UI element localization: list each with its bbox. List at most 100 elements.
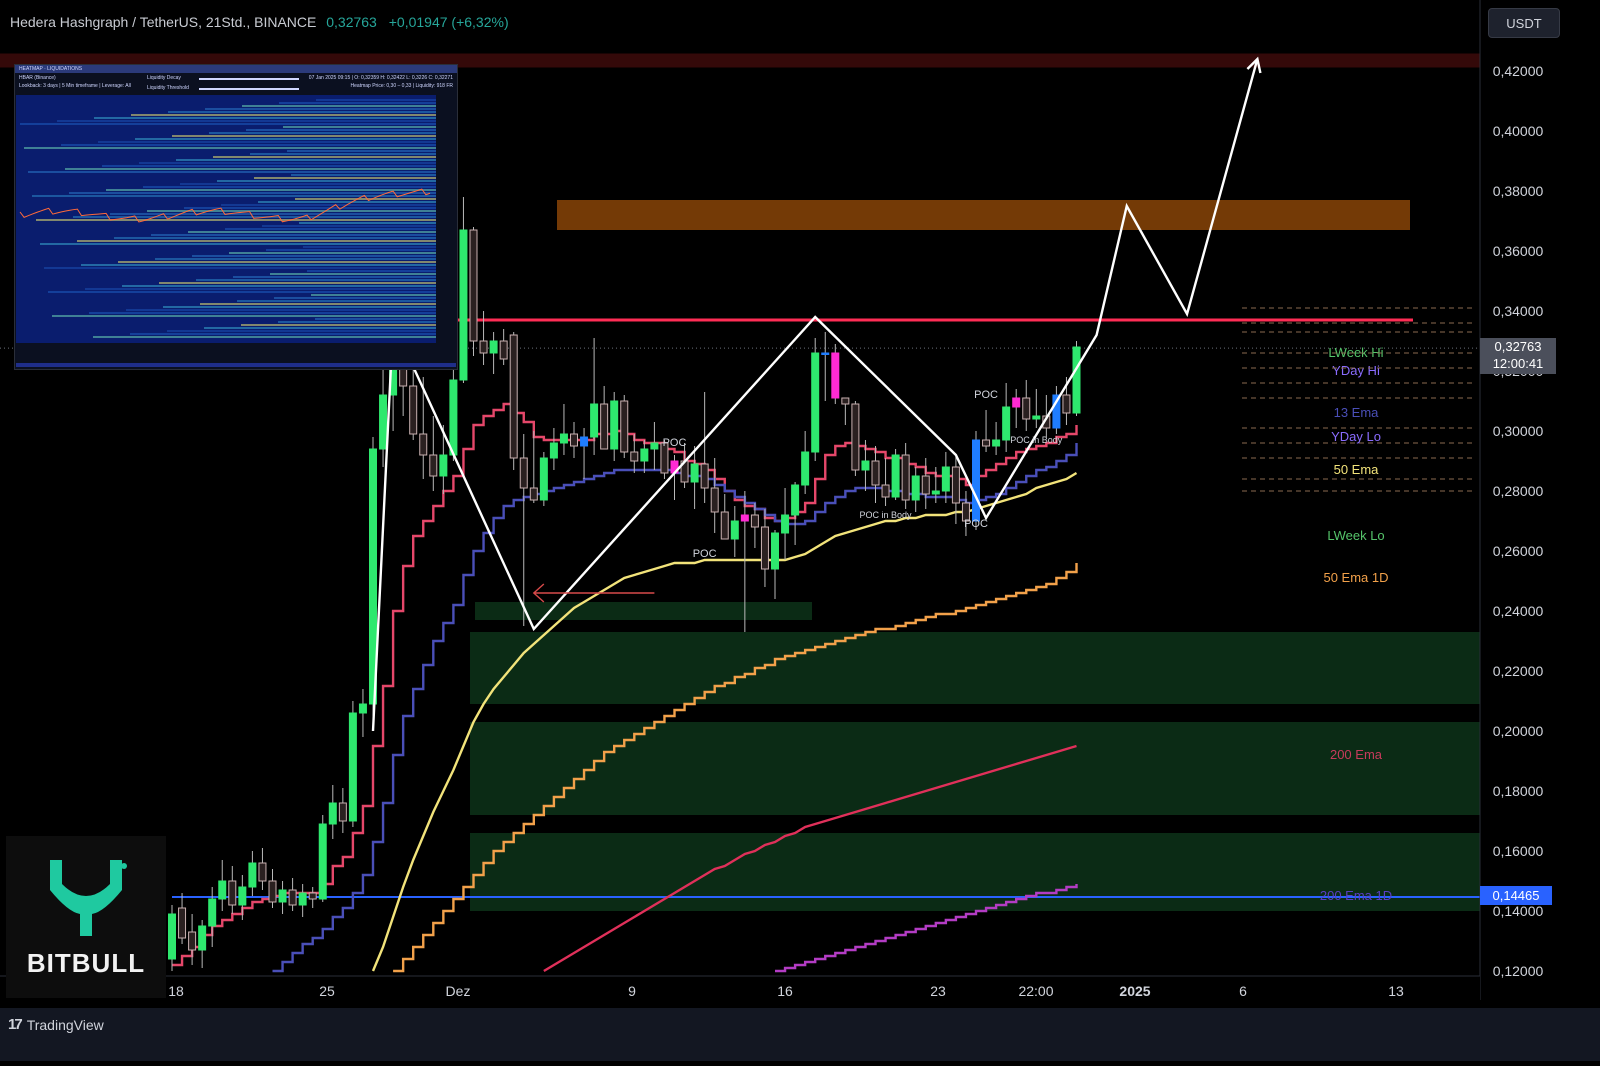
candle-body: [519, 457, 528, 489]
candle-body: [891, 454, 900, 498]
candle-body: [771, 532, 779, 570]
heatmap-band: [316, 99, 436, 101]
candle-body: [720, 511, 729, 540]
candle-body: [861, 460, 870, 471]
inset-threshold-label: Liquidity Threshold: [147, 85, 189, 91]
candle-body: [831, 352, 840, 399]
indicator-label: YDay Lo: [1331, 429, 1381, 444]
candle-body: [218, 880, 227, 900]
time-tick-label: 9: [628, 983, 636, 999]
heatmap-band: [213, 156, 436, 158]
candle-body: [549, 442, 558, 459]
time-tick-label: 22:00: [1018, 983, 1053, 999]
time-axis-bg: [0, 976, 1480, 1006]
candle-body: [288, 889, 297, 906]
heatmap-band: [81, 264, 436, 266]
candle-body: [429, 454, 438, 477]
bar-countdown: 12:00:41: [1492, 356, 1544, 371]
candle-body: [278, 889, 287, 903]
candle-body: [781, 514, 790, 534]
last-price-readout: 0,32763: [326, 14, 377, 30]
heatmap-band: [205, 108, 436, 110]
heatmap-band: [139, 162, 436, 164]
candle-body: [580, 436, 589, 447]
candle-body: [469, 229, 478, 342]
candle-body: [710, 487, 719, 513]
candle-body: [911, 475, 920, 501]
candle-body: [730, 520, 739, 540]
indicator-label: 13 Ema: [1334, 405, 1380, 420]
indicator-label: LWeek Lo: [1327, 528, 1384, 543]
heatmap-band: [270, 273, 436, 275]
candle-body: [328, 802, 337, 825]
candle-body: [539, 457, 548, 501]
symbol-title[interactable]: Hedera Hashgraph / TetherUS, 21Std., BIN…: [10, 14, 316, 30]
indicator-label: YDay Hi: [1332, 363, 1380, 378]
heatmap-band: [188, 231, 436, 233]
candle-body: [198, 925, 207, 951]
decay-slider[interactable]: [199, 78, 299, 80]
heatmap-band: [291, 174, 436, 176]
tradingview-logo[interactable]: 17 TradingView: [8, 1016, 104, 1033]
candle-body: [1032, 415, 1041, 420]
heatmap-band: [130, 333, 436, 335]
candle-body: [268, 880, 277, 903]
indicator-label: 50 Ema 1D: [1323, 570, 1388, 585]
candle-body: [921, 475, 930, 495]
candle-body: [901, 454, 910, 501]
heatmap-band: [151, 234, 436, 236]
inset-settings: Lookback: 3 days | 5 Min timeframe | Lev…: [19, 83, 131, 89]
candle-body: [258, 862, 267, 882]
heatmap-band: [167, 330, 436, 332]
currency-button[interactable]: USDT: [1488, 8, 1560, 38]
inset-symbol: HBAR (Binance): [19, 75, 56, 81]
candle-body: [348, 712, 357, 822]
zone-green-demand-1: [470, 632, 1480, 704]
price-tick-label: 0,14000: [1493, 903, 1544, 919]
bitbull-wordmark: BITBULL: [26, 948, 146, 978]
candle-body: [690, 463, 699, 483]
candle-body: [821, 352, 830, 355]
heatmap-footer: [16, 363, 456, 367]
heatmap-band: [135, 138, 436, 140]
candle-body: [881, 484, 890, 498]
heatmap-band: [246, 129, 436, 131]
candle-body: [871, 460, 880, 486]
candle-body: [489, 340, 498, 354]
heatmap-band: [85, 288, 436, 290]
heatmap-band: [241, 324, 436, 326]
heatmap-band: [168, 111, 436, 113]
heatmap-band: [204, 327, 436, 329]
candle-body: [379, 394, 388, 450]
heatmap-band: [242, 105, 436, 107]
candle-body: [188, 931, 197, 951]
candle-body: [308, 892, 317, 900]
heatmap-band: [36, 219, 436, 221]
candle: [811, 338, 820, 461]
bitbull-logo-icon: [50, 860, 127, 936]
heatmap-band: [278, 321, 436, 323]
heatmap-band: [279, 102, 436, 104]
heatmap-band: [48, 291, 436, 293]
candle-body: [570, 433, 578, 447]
candle-body: [318, 823, 327, 900]
candle: [318, 815, 327, 902]
candle-body: [982, 439, 991, 447]
inset-decay-label: Liquidity Decay: [147, 75, 181, 81]
heatmap-band: [28, 171, 436, 173]
heatmap-band: [102, 165, 436, 167]
footer-bar: [0, 1008, 1600, 1061]
heatmap-band: [126, 309, 436, 311]
tradingview-brand: TradingView: [26, 1016, 104, 1033]
time-tick-label: 16: [777, 983, 793, 999]
candle-body: [972, 439, 980, 522]
heatmap-band: [20, 123, 436, 125]
time-tick-label: 13: [1388, 983, 1404, 999]
price-tick-label: 0,40000: [1493, 123, 1544, 139]
candle-body: [228, 880, 237, 906]
heatmap-band: [221, 204, 436, 206]
threshold-slider[interactable]: [199, 88, 299, 90]
heatmap-band: [250, 153, 436, 155]
price-tick-label: 0,20000: [1493, 723, 1544, 739]
heatmap-band: [274, 297, 436, 299]
